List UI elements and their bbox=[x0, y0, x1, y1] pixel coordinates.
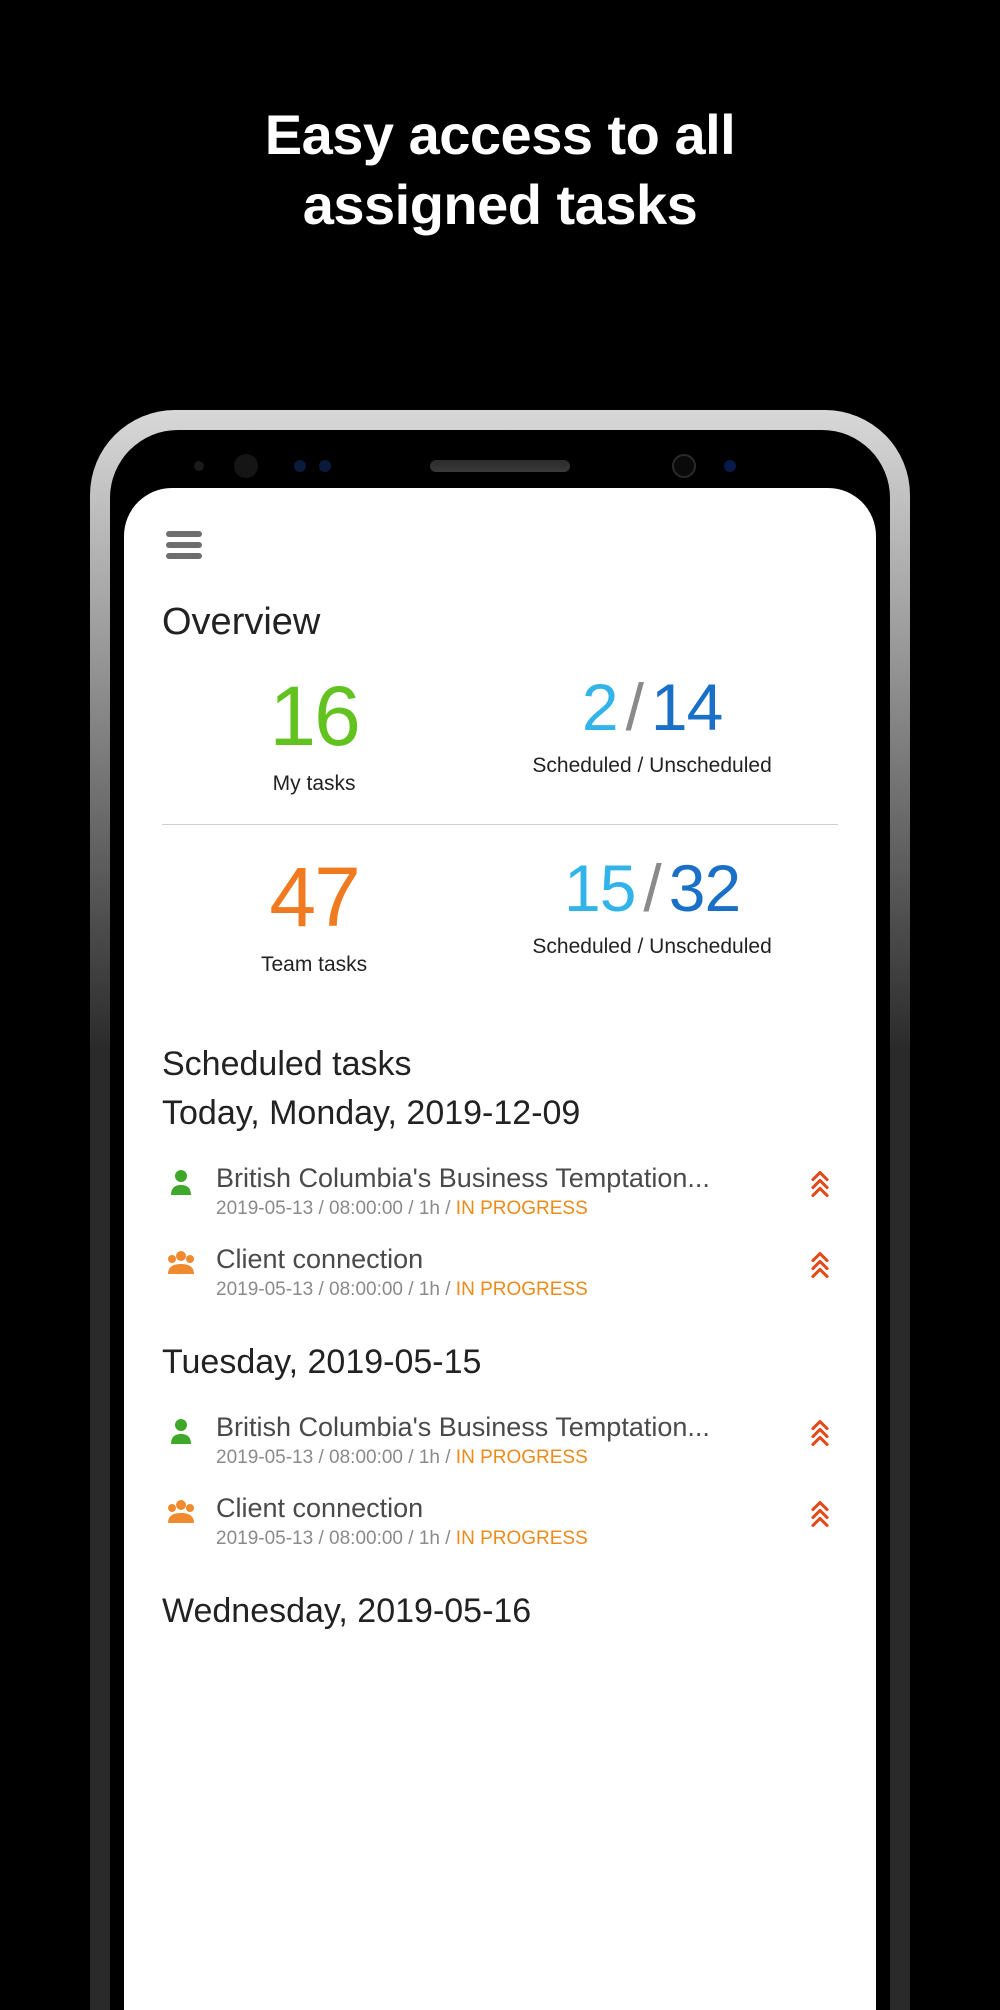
my-tasks-count: 16 bbox=[162, 674, 466, 758]
task-status: IN PROGRESS bbox=[456, 1528, 588, 1549]
task-row[interactable]: Client connection 2019-05-13 / 08:00:00 /… bbox=[162, 1481, 838, 1562]
my-tasks-split: 2/14 bbox=[466, 674, 838, 740]
person-icon bbox=[162, 1412, 200, 1446]
task-title: British Columbia's Business Temptation..… bbox=[216, 1163, 792, 1194]
my-tasks-label: My tasks bbox=[162, 772, 466, 796]
date-heading: Today, Monday, 2019-12-09 bbox=[162, 1094, 838, 1133]
task-status: IN PROGRESS bbox=[456, 1279, 588, 1300]
person-icon bbox=[162, 1163, 200, 1197]
team-tasks-label: Team tasks bbox=[162, 953, 466, 977]
team-tasks-split-label: Scheduled / Unscheduled bbox=[466, 935, 838, 959]
priority-high-icon bbox=[808, 1163, 838, 1204]
phone-frame: Overview 16 My tasks 2/14 Scheduled / Un… bbox=[90, 410, 910, 2010]
my-tasks-stats[interactable]: 16 My tasks 2/14 Scheduled / Unscheduled bbox=[162, 662, 838, 824]
team-tasks-count: 47 bbox=[162, 855, 466, 939]
scheduled-section-title: Scheduled tasks bbox=[162, 1039, 838, 1090]
team-tasks-stats[interactable]: 47 Team tasks 15/32 Scheduled / Unschedu… bbox=[162, 824, 838, 1005]
menu-icon[interactable] bbox=[166, 526, 202, 564]
task-title: British Columbia's Business Temptation..… bbox=[216, 1412, 792, 1443]
task-status: IN PROGRESS bbox=[456, 1198, 588, 1219]
priority-high-icon bbox=[808, 1244, 838, 1285]
page-title: Overview bbox=[162, 601, 838, 644]
my-tasks-split-label: Scheduled / Unscheduled bbox=[466, 754, 838, 778]
task-title: Client connection bbox=[216, 1493, 792, 1524]
task-meta: 2019-05-13 / 08:00:00 / 1h / IN PROGRESS bbox=[216, 1447, 792, 1469]
promo-headline: Easy access to all assigned tasks bbox=[0, 0, 1000, 240]
task-meta: 2019-05-13 / 08:00:00 / 1h / IN PROGRESS bbox=[216, 1279, 792, 1301]
task-row[interactable]: British Columbia's Business Temptation..… bbox=[162, 1400, 838, 1481]
date-heading: Wednesday, 2019-05-16 bbox=[162, 1592, 838, 1631]
phone-sensor-bar bbox=[124, 444, 876, 488]
task-title: Client connection bbox=[216, 1244, 792, 1275]
task-row[interactable]: British Columbia's Business Temptation..… bbox=[162, 1151, 838, 1232]
group-icon bbox=[162, 1493, 200, 1527]
task-meta: 2019-05-13 / 08:00:00 / 1h / IN PROGRESS bbox=[216, 1198, 792, 1220]
task-row[interactable]: Client connection 2019-05-13 / 08:00:00 /… bbox=[162, 1232, 838, 1313]
priority-high-icon bbox=[808, 1412, 838, 1453]
priority-high-icon bbox=[808, 1493, 838, 1534]
date-heading: Tuesday, 2019-05-15 bbox=[162, 1343, 838, 1382]
task-meta: 2019-05-13 / 08:00:00 / 1h / IN PROGRESS bbox=[216, 1528, 792, 1550]
team-tasks-split: 15/32 bbox=[466, 855, 838, 921]
group-icon bbox=[162, 1244, 200, 1278]
task-status: IN PROGRESS bbox=[456, 1447, 588, 1468]
